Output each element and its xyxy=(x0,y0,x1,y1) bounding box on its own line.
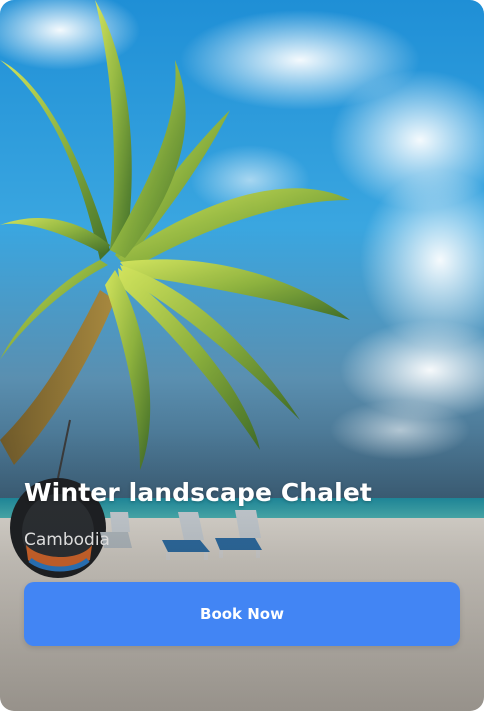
destination-card: Winter landscape Chalet Cambodia Book No… xyxy=(0,0,484,711)
image-shade xyxy=(0,431,484,711)
book-now-button[interactable]: Book Now xyxy=(24,582,460,646)
card-location: Cambodia xyxy=(24,530,110,550)
card-title: Winter landscape Chalet xyxy=(24,478,372,507)
